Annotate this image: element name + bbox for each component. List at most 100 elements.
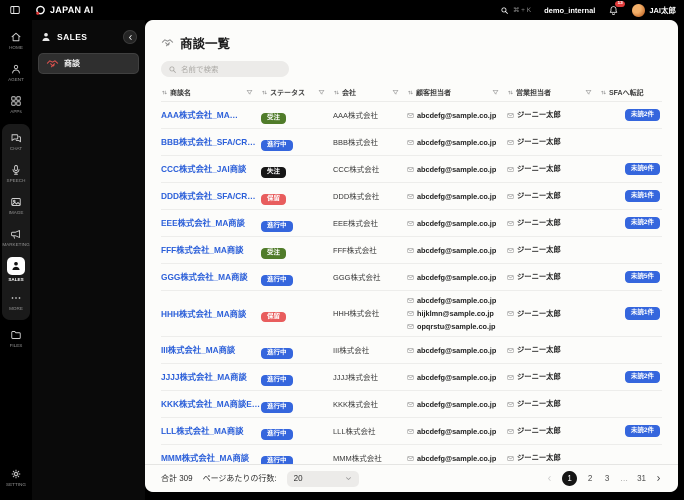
rail-item-image[interactable]: IMAGE: [1, 190, 31, 222]
rows-per-page-select[interactable]: 20: [286, 470, 359, 487]
sales-rep-cell: ジーニー太郎: [507, 272, 600, 282]
chevron-down-icon: [345, 475, 352, 482]
sfa-unread-button[interactable]: 未読2件: [624, 216, 660, 230]
table-row: JJJJ株式会社_MA商談 進行中 JJJJ株式会社 abcdefg@sample.c…: [161, 364, 662, 391]
contact-email: abcdefg@sample.co.jp: [417, 218, 497, 228]
search-input[interactable]: [181, 64, 282, 74]
contact-line: abcdefg@sample.co.jp: [407, 346, 507, 355]
filter-icon: [585, 89, 592, 96]
rail-item-more[interactable]: MORE: [1, 286, 31, 318]
sort-icon: [261, 89, 268, 96]
rail-item-sales[interactable]: SALES: [1, 254, 31, 286]
deal-name-link[interactable]: EEE株式会社_MA商談: [161, 217, 261, 229]
mail-icon: [407, 455, 414, 462]
filter-icon: [318, 89, 325, 96]
sfa-unread-button[interactable]: 未読5件: [624, 270, 660, 284]
company-name: BBB株式会社: [333, 137, 379, 147]
rail-item-setting[interactable]: SETTING: [1, 462, 31, 494]
page-button-2[interactable]: 2: [586, 474, 594, 483]
sfa-unread-button[interactable]: 未読1件: [624, 189, 660, 203]
filter-icon: [392, 89, 399, 96]
rail-item-agent[interactable]: AGENT: [1, 57, 31, 89]
contact-line: hijklmn@sample.co.jp: [407, 309, 507, 318]
page-button-31[interactable]: 31: [637, 474, 646, 483]
workspace-name[interactable]: demo_internal: [544, 6, 595, 15]
column-header-4: 顧客担当者: [407, 88, 507, 98]
mail-icon: [507, 247, 514, 254]
table-row: LLL株式会社_MA商談 進行中 LLL株式会社 abcdefg@sample.co.…: [161, 418, 662, 445]
deal-name-link[interactable]: KKK株式会社_MA商談E…: [161, 398, 261, 410]
notifications-button[interactable]: 13: [608, 0, 626, 16]
deal-name-link[interactable]: III株式会社_MA商談: [161, 344, 261, 356]
customer-contacts: abcdefg@sample.co.jp hijklmn@sample.co.jp…: [407, 291, 507, 336]
dots-icon: [10, 292, 22, 304]
rail-item-marketing[interactable]: MARKETING: [1, 222, 31, 254]
mail-icon: [407, 297, 414, 304]
next-page-button[interactable]: [655, 475, 662, 482]
deal-name-link[interactable]: GGG株式会社_MA商談: [161, 271, 261, 283]
user-menu[interactable]: JAI太郎: [632, 3, 676, 17]
rail-item-chat[interactable]: CHAT: [1, 126, 31, 158]
sidebar-item-deals[interactable]: 商談: [38, 53, 139, 74]
column-header-1: 商談名: [161, 88, 261, 98]
column-header-content: 商談名: [161, 88, 191, 98]
sales-rep-cell: ジーニー太郎: [507, 453, 600, 463]
mail-icon: [407, 193, 414, 200]
deal-name-link[interactable]: AAA株式会社_MA…: [161, 109, 261, 121]
global-search-button[interactable]: ⌘ + K: [500, 6, 531, 15]
status-cell: 失注: [261, 160, 333, 178]
previous-page-button[interactable]: [546, 475, 553, 482]
person-icon: [40, 31, 52, 43]
column-label: 会社: [342, 89, 356, 97]
sales-rep-name: ジーニー太郎: [517, 345, 561, 354]
customer-contacts: abcdefg@sample.co.jp: [407, 268, 507, 287]
sfa-unread-button[interactable]: 未読2件: [624, 108, 660, 122]
rail-item-label: MARKETING: [2, 242, 30, 248]
page-button-3[interactable]: 3: [603, 474, 611, 483]
sales-rep-cell: ジーニー太郎: [507, 218, 600, 228]
deal-name-link[interactable]: CCC株式会社_JAI商談: [161, 163, 261, 175]
rail-item-label: APPs: [10, 109, 22, 115]
sidebar-toggle-icon[interactable]: [9, 4, 21, 16]
deal-name-link[interactable]: JJJJ株式会社_MA商談: [161, 371, 261, 383]
rail-item-apps[interactable]: APPs: [1, 89, 31, 121]
sfa-unread-button[interactable]: 未読1件: [624, 307, 660, 320]
home-icon: [10, 31, 22, 43]
status-badge: 進行中: [261, 375, 293, 386]
status-cell: 進行中: [261, 268, 333, 286]
deal-name-link[interactable]: FFF株式会社_MA商談: [161, 244, 261, 256]
rail-item-label: IMAGE: [8, 210, 24, 216]
sort-icon: [161, 89, 168, 96]
sidebar-collapse-button[interactable]: [123, 30, 137, 44]
apps-icon: [10, 95, 22, 107]
image-icon: [10, 196, 22, 208]
customer-contacts: abcdefg@sample.co.jp: [407, 187, 507, 206]
deal-name-link[interactable]: DDD株式会社_SFA/CR…: [161, 190, 261, 202]
deal-name-link[interactable]: MMM株式会社_MA商談: [161, 452, 261, 464]
table-row: MMM株式会社_MA商談 進行中 MMM株式会社 abcdefg@sample.co.…: [161, 445, 662, 464]
rail-item-files[interactable]: FILES: [1, 323, 31, 355]
chat-icon: [10, 132, 22, 144]
table-row: CCC株式会社_JAI商談 失注 CCC株式会社 abcdefg@sample.co.…: [161, 156, 662, 183]
sfa-unread-button[interactable]: 未読2件: [624, 424, 660, 438]
company-name: AAA株式会社: [333, 110, 379, 120]
deal-name-link[interactable]: LLL株式会社_MA商談: [161, 425, 261, 437]
rail-item-home[interactable]: HOME: [1, 25, 31, 57]
table-footer: 合計 309 ページあたりの行数: 20 1 2 3 … 31: [145, 464, 678, 492]
mail-icon: [507, 193, 514, 200]
sales-rep-name: ジーニー太郎: [517, 110, 561, 119]
sfa-unread-button[interactable]: 未読6件: [624, 162, 660, 176]
deal-name-link[interactable]: HHH株式会社_MA商談: [161, 308, 261, 320]
sfa-unread-button[interactable]: 未読2件: [624, 370, 660, 384]
search-icon: [168, 65, 177, 74]
rail-item-speech[interactable]: SPEECH: [1, 158, 31, 190]
filter-icon: [492, 89, 499, 96]
status-cell: 進行中: [261, 449, 333, 464]
sort-icon: [407, 89, 414, 96]
mic-icon: [10, 164, 22, 176]
contact-email: abcdefg@sample.co.jp: [417, 245, 497, 255]
column-label: SFAへ転記: [609, 89, 644, 97]
deal-name-link[interactable]: BBB株式会社_SFA/CR…: [161, 136, 261, 148]
sales-rep-name: ジーニー太郎: [517, 453, 561, 462]
company-name: HHH株式会社: [333, 309, 380, 318]
